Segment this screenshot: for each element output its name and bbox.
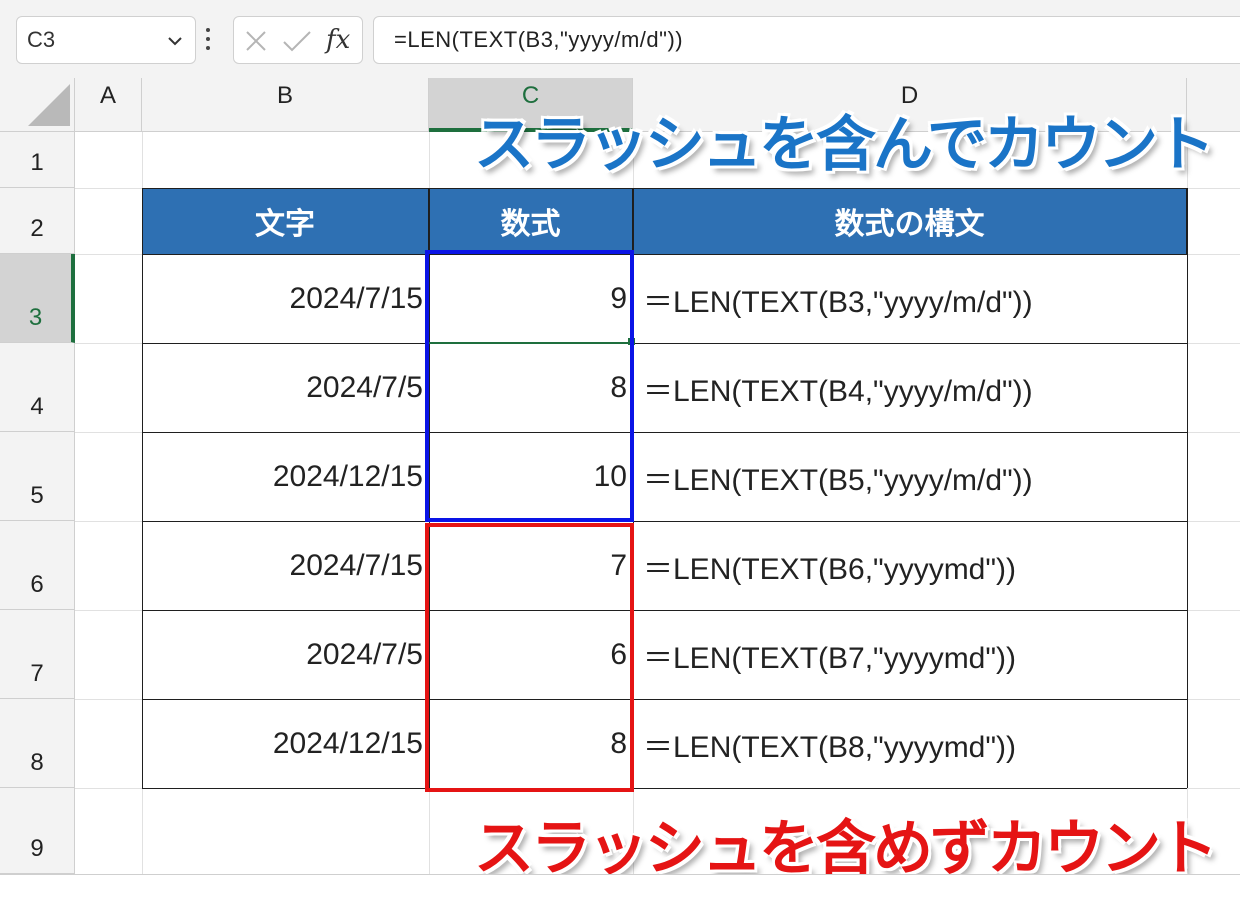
chevron-down-icon[interactable] [167, 33, 183, 49]
cell-b7[interactable]: 2024/7/5 [142, 610, 429, 699]
row-header-3[interactable]: 3 [0, 254, 75, 343]
formula-buttons: fx [233, 16, 363, 64]
table-border [142, 610, 1187, 611]
column-header-a[interactable]: A [75, 78, 142, 132]
cancel-icon[interactable] [244, 29, 268, 53]
table-header-formula: 数式 [429, 188, 633, 254]
table-border [142, 254, 1187, 255]
highlight-box-with-slash [425, 250, 634, 522]
name-box-value: C3 [27, 27, 56, 52]
table-border [142, 188, 1187, 189]
select-all-triangle-icon [28, 84, 70, 126]
formula-input[interactable]: =LEN(TEXT(B3,"yyyy/m/d")) [373, 16, 1240, 64]
cell-b4[interactable]: 2024/7/5 [142, 343, 429, 432]
row-header-8[interactable]: 8 [0, 699, 75, 788]
row-header-2[interactable]: 2 [0, 188, 75, 254]
table-border [142, 699, 1187, 700]
cell-d8[interactable]: ＝LEN(TEXT(B8,"yyyymd")) [633, 699, 1187, 788]
name-box[interactable]: C3 [16, 16, 196, 64]
cell-d4[interactable]: ＝LEN(TEXT(B4,"yyyy/m/d")) [633, 343, 1187, 432]
column-header-b[interactable]: B [142, 78, 429, 132]
cell-d6[interactable]: ＝LEN(TEXT(B6,"yyyymd")) [633, 521, 1187, 610]
row-header-1[interactable]: 1 [0, 132, 75, 188]
table-header-text: 文字 [142, 188, 429, 254]
more-options-icon[interactable] [205, 28, 211, 52]
row-header-7[interactable]: 7 [0, 610, 75, 699]
select-all-button[interactable] [0, 78, 75, 132]
table-border [142, 343, 1187, 344]
cell-b5[interactable]: 2024/12/15 [142, 432, 429, 521]
callout-with-slash: スラッシュを含んでカウント [474, 110, 1215, 180]
cell-b3[interactable]: 2024/7/15 [142, 254, 429, 343]
cell-d3[interactable]: ＝LEN(TEXT(B3,"yyyy/m/d")) [633, 254, 1187, 343]
worksheet-grid[interactable]: A B C D 1 2 3 4 5 6 7 8 9 文字 数式 数式の構文 20… [0, 78, 1240, 884]
table-header-syntax: 数式の構文 [633, 188, 1187, 254]
table-border [142, 188, 143, 788]
formula-bar: C3 fx =LEN(TEXT(B3,"yyyy/m/d")) [0, 0, 1240, 78]
table-border [1187, 188, 1188, 788]
row-header-9[interactable]: 9 [0, 788, 75, 874]
insert-function-button[interactable]: fx [326, 25, 350, 55]
enter-icon[interactable] [282, 29, 312, 53]
row-header-6[interactable]: 6 [0, 521, 75, 610]
highlight-box-without-slash [425, 523, 634, 792]
bottom-area [0, 874, 1240, 913]
cell-b6[interactable]: 2024/7/15 [142, 521, 429, 610]
row-header-5[interactable]: 5 [0, 432, 75, 521]
table-border [142, 432, 1187, 433]
row-header-4[interactable]: 4 [0, 343, 75, 432]
table-border [142, 521, 1187, 522]
cell-d7[interactable]: ＝LEN(TEXT(B7,"yyyymd")) [633, 610, 1187, 699]
cell-d5[interactable]: ＝LEN(TEXT(B5,"yyyy/m/d")) [633, 432, 1187, 521]
formula-text: =LEN(TEXT(B3,"yyyy/m/d")) [394, 27, 684, 52]
cell-b8[interactable]: 2024/12/15 [142, 699, 429, 788]
table-border [142, 788, 1187, 789]
